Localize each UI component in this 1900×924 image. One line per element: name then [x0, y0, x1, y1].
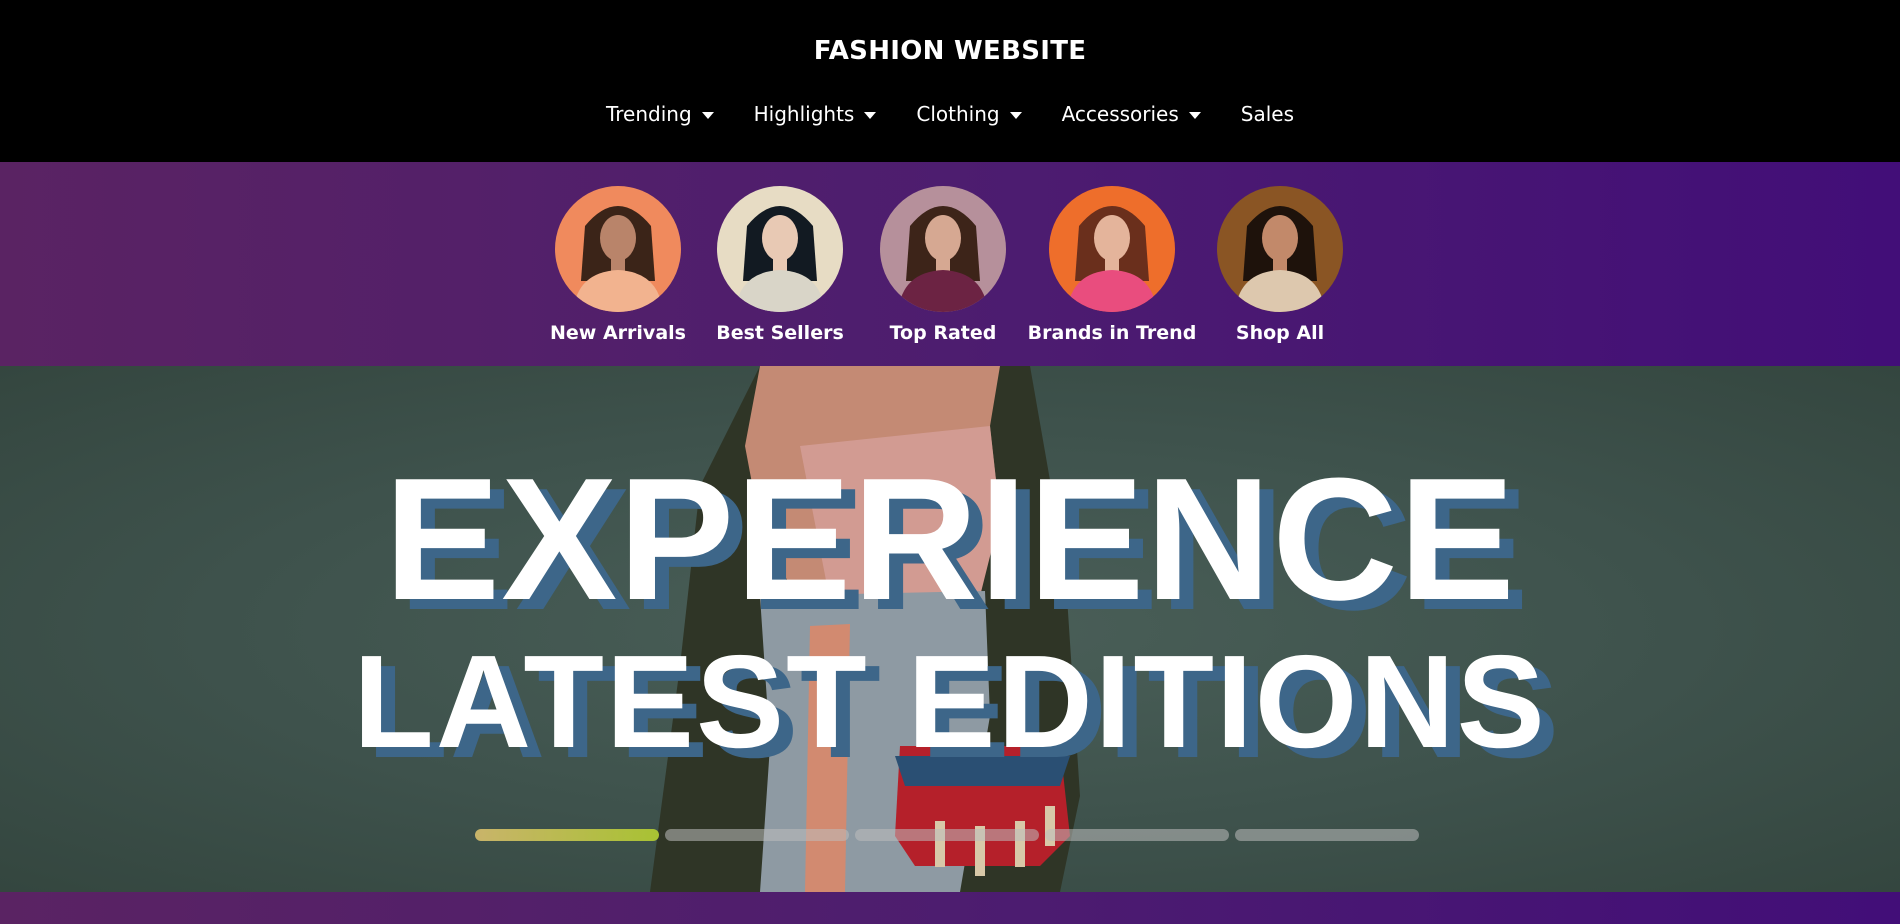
chevron-down-icon — [1188, 111, 1201, 119]
category-strip: New Arrivals Best Sellers Top Rated Bran… — [0, 162, 1900, 366]
category-thumbnail — [1217, 186, 1343, 312]
category-thumbnail — [880, 186, 1006, 312]
nav-label: Sales — [1240, 102, 1295, 126]
chevron-down-icon — [1009, 111, 1022, 119]
nav-label: Trending — [605, 102, 692, 126]
category-label: Shop All — [1235, 322, 1325, 344]
hero-headline: EXPERIENCE — [384, 441, 1516, 636]
chevron-down-icon — [864, 111, 877, 119]
nav-item-sales[interactable]: Sales — [1241, 102, 1294, 126]
category-label: Best Sellers — [716, 322, 844, 344]
nav-item-clothing[interactable]: Clothing — [916, 102, 1022, 126]
category-new-arrivals[interactable]: New Arrivals — [528, 186, 708, 344]
carousel-dot-5[interactable] — [1235, 829, 1419, 841]
category-top-rated[interactable]: Top Rated — [853, 186, 1033, 344]
site-header: FASHION WEBSITE Trending Highlights Clot… — [0, 0, 1900, 162]
nav-item-trending[interactable]: Trending — [606, 102, 714, 126]
nav-item-highlights[interactable]: Highlights — [754, 102, 877, 126]
carousel-dot-3[interactable] — [855, 829, 1039, 841]
footer-band — [0, 892, 1900, 924]
chevron-down-icon — [701, 111, 714, 119]
category-best-sellers[interactable]: Best Sellers — [690, 186, 870, 344]
carousel-dot-1[interactable] — [475, 829, 659, 841]
category-label: New Arrivals — [550, 322, 686, 344]
hero-subheadline: LATEST EDITIONS — [353, 628, 1547, 775]
carousel-dot-2[interactable] — [665, 829, 849, 841]
nav-label: Accessories — [1061, 102, 1179, 126]
category-list: New Arrivals Best Sellers Top Rated Bran… — [0, 162, 1900, 366]
nav-item-accessories[interactable]: Accessories — [1062, 102, 1201, 126]
category-thumbnail — [717, 186, 843, 312]
carousel-indicators — [475, 829, 1419, 841]
category-label: Brands in Trend — [1027, 322, 1197, 344]
category-shop-all[interactable]: Shop All — [1190, 186, 1370, 344]
category-label: Top Rated — [889, 322, 997, 344]
category-thumbnail — [555, 186, 681, 312]
category-brands-in-trend[interactable]: Brands in Trend — [1022, 186, 1202, 344]
nav-label: Highlights — [753, 102, 855, 126]
main-nav: Trending Highlights Clothing Accessories… — [0, 102, 1900, 126]
hero-banner: EXPERIENCE LATEST EDITIONS — [0, 366, 1900, 892]
category-thumbnail — [1049, 186, 1175, 312]
nav-label: Clothing — [916, 102, 1000, 126]
site-logo[interactable]: FASHION WEBSITE — [0, 36, 1900, 66]
carousel-dot-4[interactable] — [1045, 829, 1229, 841]
